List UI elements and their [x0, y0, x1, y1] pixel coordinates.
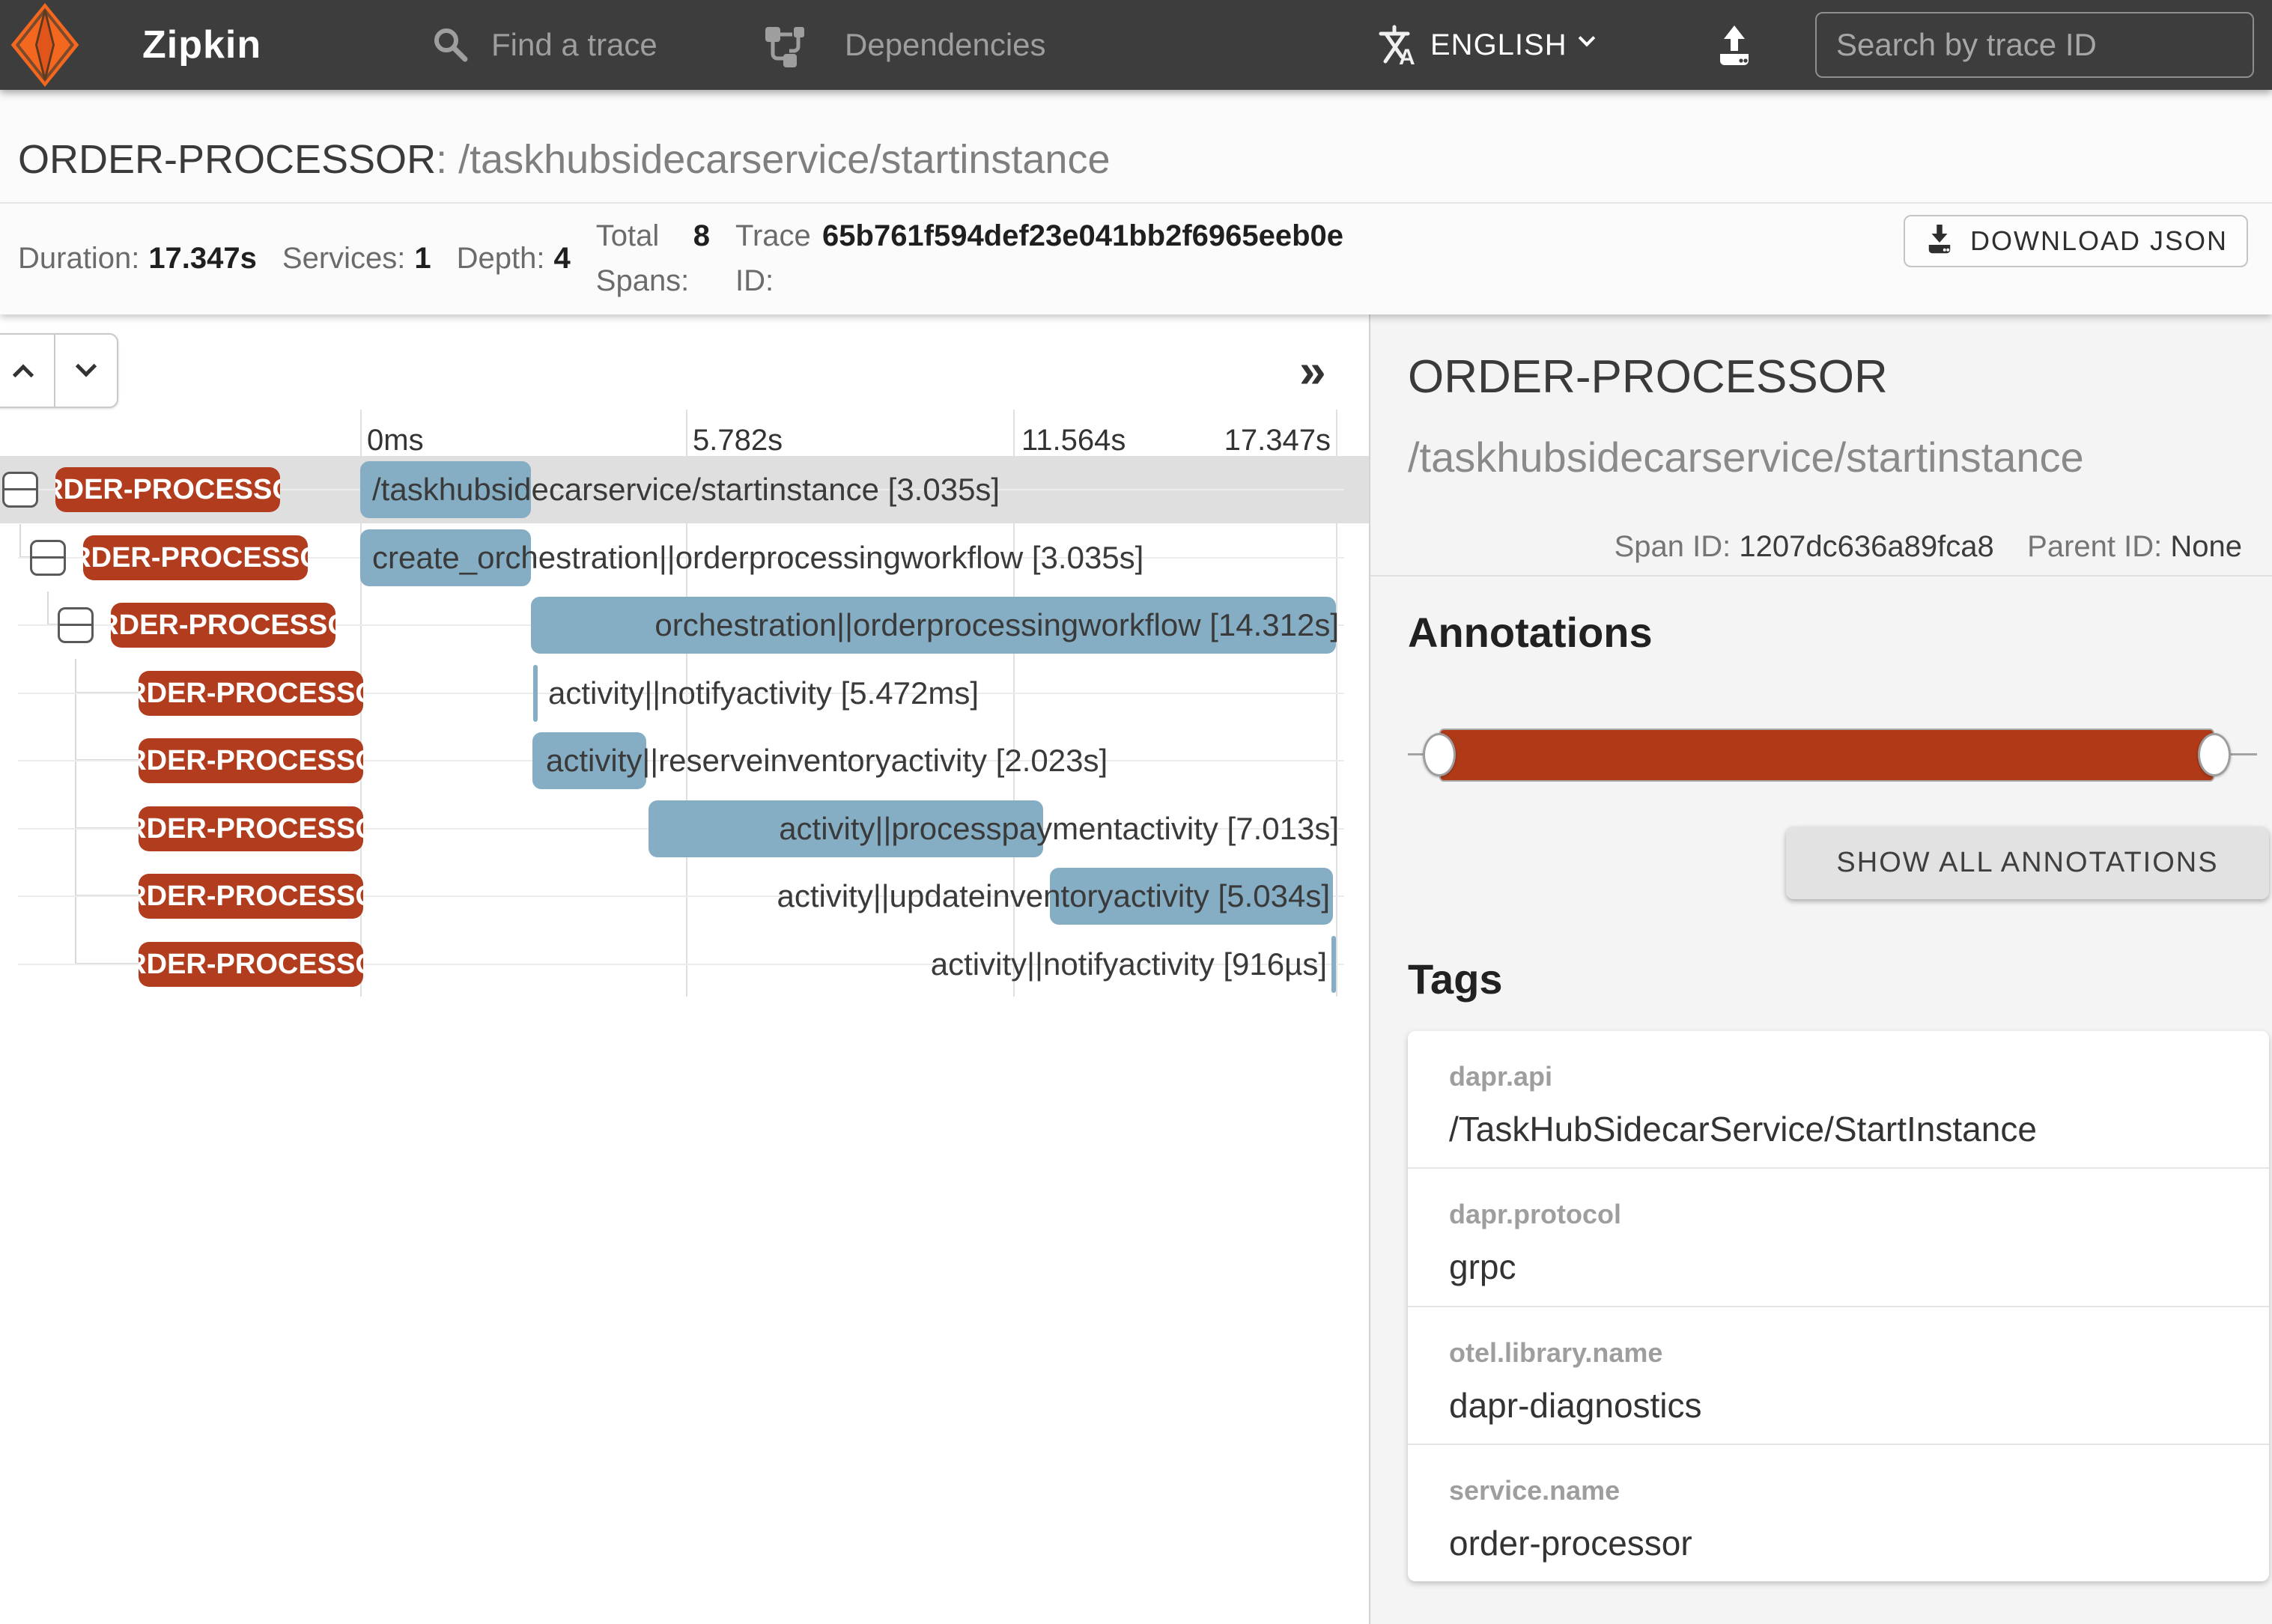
translate-icon: A — [1376, 24, 1418, 70]
span-duration-bar[interactable] — [1331, 936, 1336, 993]
tick-label: 17.347s — [1224, 424, 1331, 457]
service-badge: ORDER-PROCESSOR — [139, 738, 363, 783]
stat-duration: Duration: 17.347s — [18, 236, 257, 281]
span-label: activity||notifyactivity [916µs] — [931, 931, 1327, 998]
service-badge: ORDER-PROCESSOR — [83, 535, 308, 580]
collapse-span-icon[interactable] — [2, 472, 38, 508]
slider-handle-left[interactable] — [1423, 733, 1456, 776]
detail-service-name: ORDER-PROCESSOR — [1408, 350, 1888, 404]
span-label: /taskhubsidecarservice/startinstance [3.… — [372, 456, 1000, 523]
search-icon — [431, 25, 470, 68]
tick-label: 0ms — [367, 424, 424, 457]
expand-all-button[interactable] — [54, 335, 117, 407]
span-label: activity||processpaymentactivity [7.013s… — [779, 795, 1339, 863]
span-id-value: 1207dc636a89fca8 — [1739, 530, 1993, 563]
tag-value: /TaskHubSidecarService/StartInstance — [1449, 1109, 2269, 1149]
chevron-up-icon — [13, 365, 34, 386]
nav-find-a-trace[interactable]: Find a trace — [491, 0, 657, 90]
span-ids: Span ID: 1207dc636a89fca8 Parent ID: Non… — [1615, 530, 2242, 564]
zipkin-logo-icon[interactable] — [7, 3, 82, 91]
trace-stats: Duration: 17.347s Services: 1 Depth: 4 T… — [18, 204, 1343, 313]
tag-value: order-processor — [1449, 1523, 2269, 1563]
tags-card: dapr.api /TaskHubSidecarService/StartIns… — [1408, 1031, 2269, 1581]
span-label: activity||updateinventoryactivity [5.034… — [777, 863, 1330, 930]
collapse-span-icon[interactable] — [58, 607, 94, 643]
zipkin-trace-page: Zipkin Find a trace Dependencies A — [0, 0, 2272, 1624]
chevron-down-icon — [76, 356, 97, 377]
trace-header: ORDER-PROCESSOR: /taskhubsidecarservice/… — [0, 90, 2272, 314]
tag-key: dapr.protocol — [1449, 1199, 2269, 1230]
parent-id-label: Parent ID: — [2027, 530, 2162, 563]
span-row[interactable]: ORDER-PROCESSOR activity||notifyactivity… — [0, 660, 1369, 727]
tag-key: otel.library.name — [1449, 1337, 2269, 1369]
span-row[interactable]: ORDER-PROCESSOR activity||processpayment… — [0, 795, 1369, 863]
service-badge: ORDER-PROCESSOR — [139, 671, 363, 716]
app-title: Zipkin — [142, 0, 261, 90]
download-json-label: DOWNLOAD JSON — [1970, 225, 2228, 257]
page-title: ORDER-PROCESSOR: /taskhubsidecarservice/… — [18, 136, 1111, 183]
service-badge: ORDER-PROCESSOR — [139, 806, 363, 851]
span-label: activity||notifyactivity [5.472ms] — [548, 660, 979, 727]
svg-text:A: A — [1399, 45, 1415, 66]
timeline-panel: » 0ms 5.782s 11.564s 17.347s ORDER-PROCE… — [0, 314, 1369, 1624]
span-label: create_orchestration||orderprocessingwor… — [372, 524, 1143, 591]
divider — [1370, 575, 2272, 577]
span-label: activity||reserveinventoryactivity [2.02… — [546, 727, 1108, 794]
title-separator: : — [436, 137, 458, 182]
tick-label: 5.782s — [693, 424, 783, 457]
top-navigation-bar: Zipkin Find a trace Dependencies A — [0, 0, 2272, 90]
tag-row: service.name order-processor — [1408, 1444, 2269, 1581]
tick-label: 11.564s — [1021, 424, 1126, 457]
tag-value: grpc — [1449, 1247, 2269, 1287]
slider-handle-right[interactable] — [2198, 733, 2231, 776]
stat-services: Services: 1 — [282, 236, 431, 281]
download-json-button[interactable]: DOWNLOAD JSON — [1904, 215, 2248, 267]
show-all-annotations-button[interactable]: SHOW ALL ANNOTATIONS — [1786, 827, 2269, 899]
stat-trace-id: Trace ID: 65b761f594def23e041bb2f6965eeb… — [735, 213, 1343, 303]
span-row[interactable]: ORDER-PROCESSOR create_orchestration||or… — [0, 524, 1369, 591]
tag-value: dapr-diagnostics — [1449, 1385, 2269, 1426]
annotations-heading: Annotations — [1408, 608, 1653, 657]
row-collapse-controls — [0, 333, 118, 408]
language-selector[interactable]: ENGLISH — [1430, 0, 1593, 90]
tags-heading: Tags — [1408, 955, 1503, 1003]
tag-row: dapr.protocol grpc — [1408, 1167, 2269, 1305]
service-badge: ORDER-PROCESSOR — [55, 467, 280, 512]
stat-depth: Depth: 4 — [457, 236, 571, 281]
span-row[interactable]: ORDER-PROCESSOR activity||updateinventor… — [0, 863, 1369, 930]
span-id-label: Span ID: — [1615, 530, 1731, 563]
tag-row: otel.library.name dapr-diagnostics — [1408, 1306, 2269, 1444]
nav-dependencies[interactable]: Dependencies — [845, 0, 1046, 90]
expand-detail-panel-button[interactable]: » — [1299, 343, 1326, 398]
service-badge: ORDER-PROCESSOR — [111, 603, 335, 648]
span-row[interactable]: ORDER-PROCESSOR activity||notifyactivity… — [0, 931, 1369, 998]
tag-key: dapr.api — [1449, 1061, 2269, 1092]
span-label: orchestration||orderprocessingworkflow [… — [654, 591, 1339, 659]
annotation-slider-range[interactable] — [1439, 729, 2214, 782]
parent-id-value: None — [2170, 530, 2242, 563]
dependencies-icon — [764, 25, 806, 71]
download-icon — [1924, 222, 1955, 261]
detail-span-path: /taskhubsidecarservice/startinstance — [1408, 433, 2084, 481]
span-row[interactable]: ORDER-PROCESSOR activity||reserveinvento… — [0, 727, 1369, 794]
page-title-service: ORDER-PROCESSOR — [18, 137, 436, 182]
service-badge: ORDER-PROCESSOR — [139, 874, 363, 919]
span-detail-panel: ORDER-PROCESSOR /taskhubsidecarservice/s… — [1369, 314, 2272, 1624]
span-duration-bar[interactable] — [533, 665, 538, 722]
upload-icon[interactable] — [1713, 24, 1755, 70]
span-row[interactable]: ORDER-PROCESSOR /taskhubsidecarservice/s… — [0, 456, 1369, 523]
collapse-span-icon[interactable] — [30, 540, 66, 576]
span-row[interactable]: ORDER-PROCESSOR orchestration||orderproc… — [0, 591, 1369, 659]
tag-row: dapr.api /TaskHubSidecarService/StartIns… — [1408, 1031, 2269, 1167]
service-badge: ORDER-PROCESSOR — [139, 942, 363, 987]
language-label: ENGLISH — [1430, 28, 1567, 61]
search-input[interactable] — [1815, 12, 2254, 78]
chevron-down-icon — [1578, 30, 1595, 47]
stat-total-spans: Total Spans: 8 — [596, 213, 710, 303]
page-title-path: /taskhubsidecarservice/startinstance — [458, 137, 1110, 182]
tag-key: service.name — [1449, 1475, 2269, 1506]
collapse-all-button[interactable] — [0, 335, 54, 407]
